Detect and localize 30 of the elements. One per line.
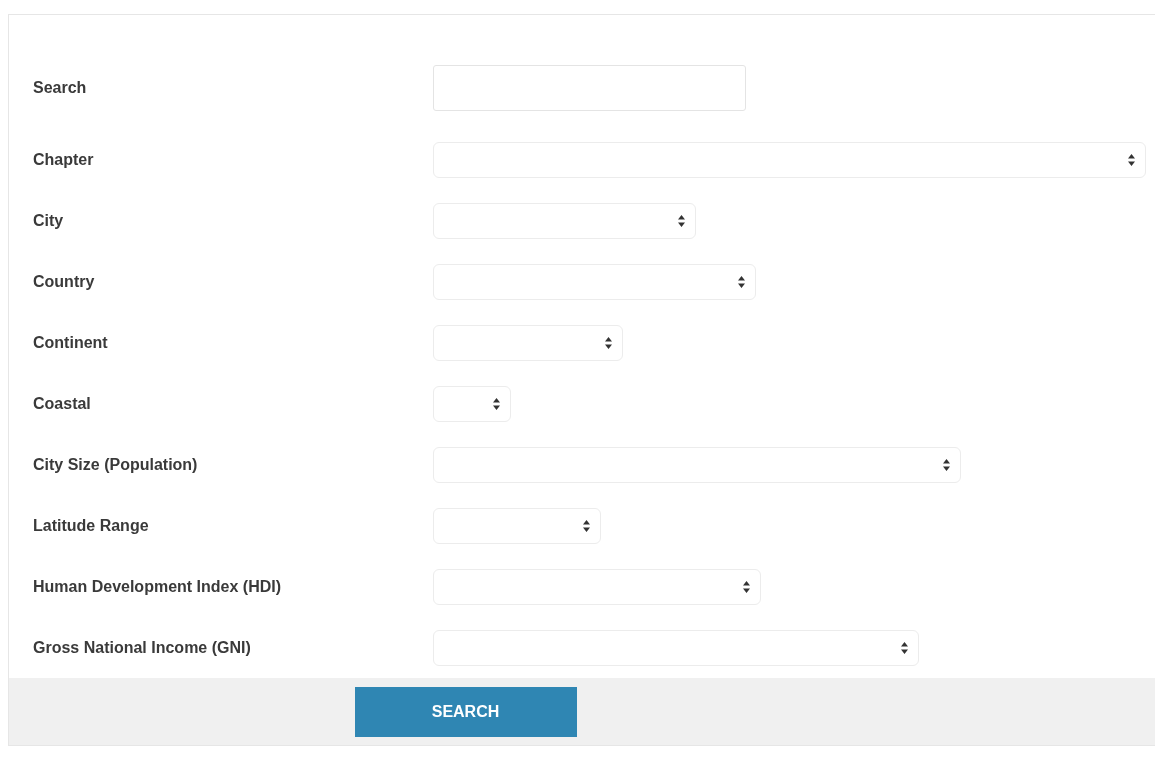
sort-arrows-icon	[493, 397, 500, 410]
field-label: City Size (Population)	[33, 454, 199, 475]
field-label: Coastal	[33, 393, 92, 414]
sort-arrows-icon	[605, 336, 612, 349]
sort-arrows-icon	[738, 275, 745, 288]
field-label: Human Development Index (HDI)	[33, 576, 283, 597]
sort-arrows-icon	[1128, 153, 1135, 166]
dropdown[interactable]	[433, 568, 761, 605]
field-label: City	[33, 210, 65, 231]
sort-arrows-icon	[678, 214, 685, 227]
sort-arrows-icon	[583, 519, 590, 532]
field-label: Continent	[33, 332, 109, 353]
search-field[interactable]	[433, 65, 746, 111]
dropdown[interactable]	[433, 629, 919, 666]
field-label: Latitude Range	[33, 515, 150, 536]
dropdown[interactable]	[433, 263, 756, 300]
field-label: Country	[33, 271, 96, 292]
field-label: Gross National Income (GNI)	[33, 637, 252, 658]
sort-arrows-icon	[743, 580, 750, 593]
dropdown[interactable]	[433, 141, 1146, 178]
sort-arrows-icon	[901, 641, 908, 654]
dropdown[interactable]	[433, 385, 511, 422]
field-label: Search	[33, 78, 88, 98]
dropdown[interactable]	[433, 324, 623, 361]
field-label: Chapter	[33, 149, 95, 170]
dropdown[interactable]	[433, 446, 961, 483]
sort-arrows-icon	[943, 458, 950, 471]
search-button[interactable]: SEARCH	[354, 686, 577, 737]
dropdown[interactable]	[433, 507, 601, 544]
dropdown[interactable]	[433, 202, 696, 239]
